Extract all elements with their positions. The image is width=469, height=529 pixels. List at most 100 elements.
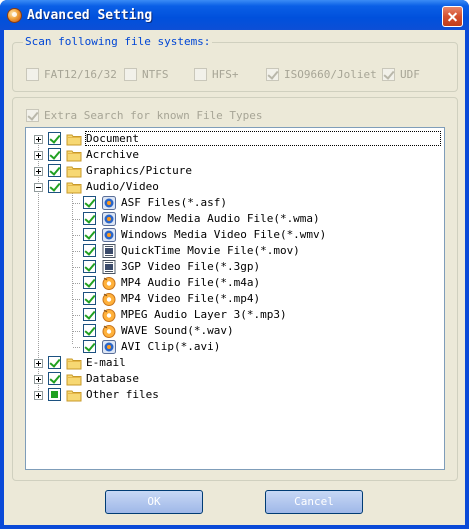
tree-row[interactable]: WAVE Sound(*.wav) — [26, 323, 444, 339]
tree-row[interactable]: Document — [26, 131, 444, 147]
tree-item-label: Windows Media Video File(*.wmv) — [121, 228, 327, 241]
folder-icon — [66, 355, 82, 371]
tree-checkbox[interactable] — [83, 212, 96, 225]
tree-item-label: 3GP Video File(*.3gp) — [121, 260, 261, 273]
tree-row[interactable]: Database — [26, 371, 444, 387]
collapse-icon[interactable] — [34, 183, 43, 192]
media-player-icon — [101, 339, 117, 355]
udf-checkbox[interactable] — [382, 68, 395, 81]
audio-file-icon — [101, 307, 117, 323]
video-file-icon — [101, 243, 117, 259]
udf-label: UDF — [400, 68, 420, 81]
tree-guide-line — [73, 315, 80, 316]
tree-checkbox[interactable] — [83, 196, 96, 209]
tree-row[interactable]: Window Media Audio File(*.wma) — [26, 211, 444, 227]
folder-icon — [66, 387, 82, 403]
tree-row[interactable]: MP4 Audio File(*.m4a) — [26, 275, 444, 291]
tree-guide-line — [73, 267, 80, 268]
audio-file-icon — [101, 275, 117, 291]
tree-checkbox[interactable] — [83, 276, 96, 289]
tree-item-label: MP4 Audio File(*.m4a) — [121, 276, 261, 289]
tree-checkbox[interactable] — [83, 324, 96, 337]
audio-file-icon — [101, 291, 117, 307]
tree-row[interactable]: Acrchive — [26, 147, 444, 163]
window-title: Advanced Setting — [27, 8, 153, 23]
expand-icon[interactable] — [34, 135, 43, 144]
tree-guide-line — [73, 331, 80, 332]
advanced-setting-window: Advanced Setting Scan following file sys… — [0, 0, 469, 529]
expand-icon[interactable] — [34, 391, 43, 400]
tree-checkbox[interactable] — [83, 292, 96, 305]
file-type-tree[interactable]: Document Acrchive Graphics/Picture Audio/Vi… — [25, 127, 445, 470]
tree-checkbox[interactable] — [48, 148, 61, 161]
tree-row[interactable]: MPEG Audio Layer 3(*.mp3) — [26, 307, 444, 323]
tree-item-label: MPEG Audio Layer 3(*.mp3) — [121, 308, 287, 321]
dialog-body: Scan following file systems: FAT12/16/32… — [4, 30, 465, 525]
expand-icon[interactable] — [34, 167, 43, 176]
extra-search-checkbox[interactable] — [26, 109, 39, 122]
ok-button[interactable]: OK — [105, 490, 203, 514]
tree-checkbox[interactable] — [83, 308, 96, 321]
iso9660-checkbox[interactable] — [266, 68, 279, 81]
expand-icon[interactable] — [34, 359, 43, 368]
tree-guide-line — [73, 347, 80, 348]
media-player-icon — [101, 227, 117, 243]
tree-row[interactable]: ASF Files(*.asf) — [26, 195, 444, 211]
folder-icon — [66, 147, 82, 163]
hfs-checkbox[interactable] — [194, 68, 207, 81]
tree-item-label: ASF Files(*.asf) — [121, 196, 227, 209]
fat-label: FAT12/16/32 — [44, 68, 117, 81]
fat-checkbox[interactable] — [26, 68, 39, 81]
tree-row[interactable]: Other files — [26, 387, 444, 403]
tree-item-label: Other files — [86, 388, 159, 401]
video-file-icon — [101, 259, 117, 275]
tree-checkbox[interactable] — [83, 244, 96, 257]
tree-row[interactable]: QuickTime Movie File(*.mov) — [26, 243, 444, 259]
ntfs-checkbox[interactable] — [124, 68, 137, 81]
cancel-button[interactable]: Cancel — [265, 490, 363, 514]
expand-icon[interactable] — [34, 151, 43, 160]
tree-row[interactable]: AVI Clip(*.avi) — [26, 339, 444, 355]
title-bar[interactable]: Advanced Setting — [0, 0, 469, 30]
tree-item-label: Audio/Video — [86, 180, 159, 193]
app-icon — [7, 8, 22, 23]
tree-item-label: Window Media Audio File(*.wma) — [121, 212, 320, 225]
tree-item-label: Graphics/Picture — [86, 164, 192, 177]
filesystems-group: Scan following file systems: — [12, 35, 458, 92]
folder-icon — [66, 131, 82, 147]
folder-icon — [66, 179, 82, 195]
hfs-label: HFS+ — [212, 68, 239, 81]
tree-checkbox[interactable] — [48, 132, 61, 145]
tree-item-label: Acrchive — [86, 148, 139, 161]
tree-item-label: Document — [85, 131, 441, 146]
tree-guide-line — [73, 219, 80, 220]
filesystems-group-title: Scan following file systems: — [23, 35, 213, 48]
tree-item-label: E-mail — [86, 356, 126, 369]
media-player-icon — [101, 211, 117, 227]
tree-checkbox[interactable] — [48, 356, 61, 369]
tree-checkbox[interactable] — [48, 180, 61, 193]
tree-row[interactable]: Windows Media Video File(*.wmv) — [26, 227, 444, 243]
expand-icon[interactable] — [34, 375, 43, 384]
tree-checkbox[interactable] — [83, 340, 96, 353]
tree-checkbox[interactable] — [48, 164, 61, 177]
tree-row[interactable]: E-mail — [26, 355, 444, 371]
tree-row[interactable]: Graphics/Picture — [26, 163, 444, 179]
tree-item-label: Database — [86, 372, 139, 385]
tree-checkbox[interactable] — [83, 228, 96, 241]
tree-item-label: AVI Clip(*.avi) — [121, 340, 221, 353]
tree-guide-line — [73, 235, 80, 236]
tree-row[interactable]: 3GP Video File(*.3gp) — [26, 259, 444, 275]
tree-row[interactable]: MP4 Video File(*.mp4) — [26, 291, 444, 307]
tree-row[interactable]: Audio/Video — [26, 179, 444, 195]
tree-item-label: WAVE Sound(*.wav) — [121, 324, 234, 337]
tree-guide-line — [73, 203, 80, 204]
folder-icon — [66, 163, 82, 179]
media-player-icon — [101, 195, 117, 211]
tree-checkbox[interactable] — [48, 388, 61, 401]
tree-guide-line — [73, 283, 80, 284]
tree-checkbox[interactable] — [83, 260, 96, 273]
tree-checkbox[interactable] — [48, 372, 61, 385]
extra-search-label: Extra Search for known File Types — [44, 109, 263, 122]
close-button[interactable] — [442, 6, 463, 27]
